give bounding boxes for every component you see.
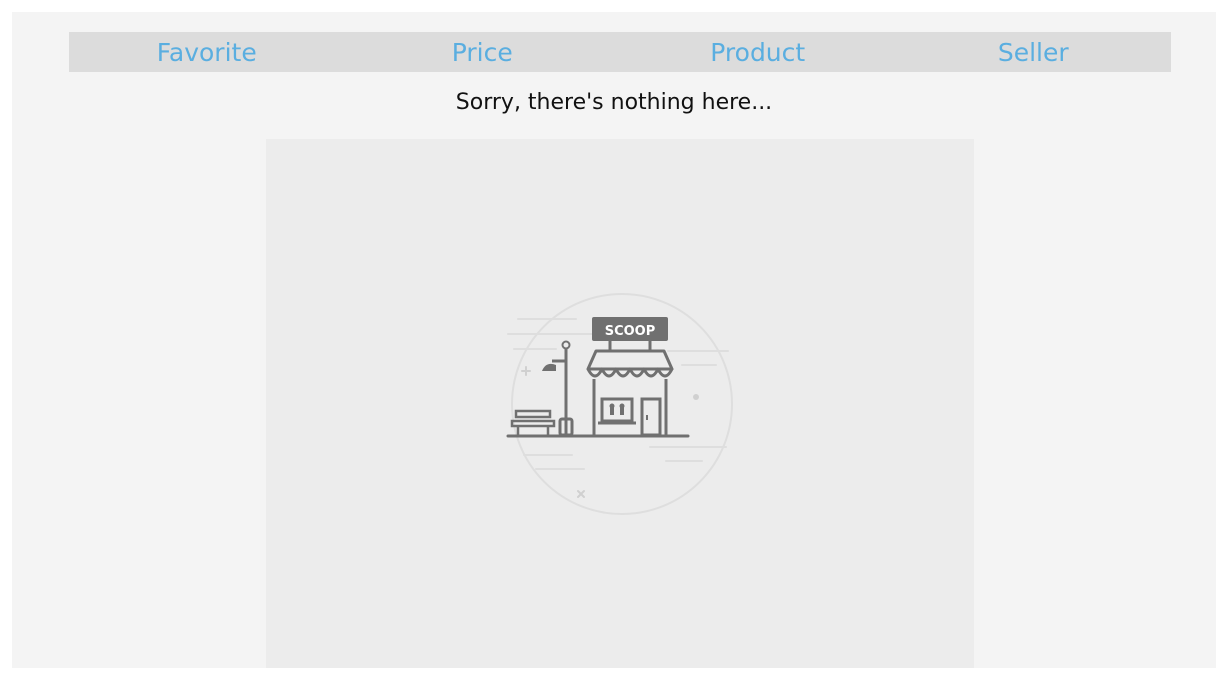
tab-favorite[interactable]: Favorite — [69, 32, 345, 72]
store-icon: SCOOP — [506, 293, 733, 515]
sort-tab-bar: Favorite Price Product Seller — [69, 32, 1171, 72]
empty-state-message: Sorry, there's nothing here... — [455, 90, 773, 115]
tab-seller[interactable]: Seller — [896, 32, 1172, 72]
empty-state-illustration: SCOOP — [266, 139, 974, 668]
tab-price[interactable]: Price — [345, 32, 621, 72]
content-panel: Favorite Price Product Seller Sorry, the… — [12, 12, 1216, 668]
tab-product[interactable]: Product — [620, 32, 896, 72]
svg-text:SCOOP: SCOOP — [605, 324, 656, 339]
